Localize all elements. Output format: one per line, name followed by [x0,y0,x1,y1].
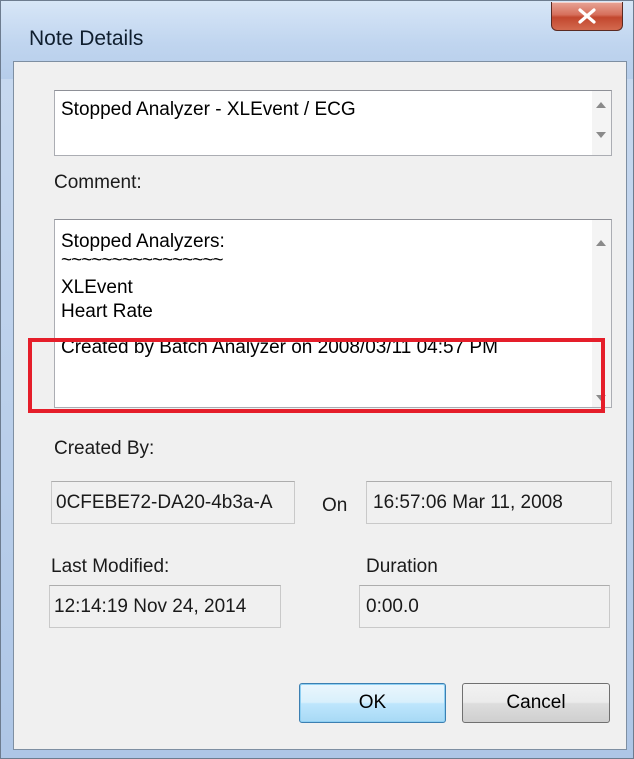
window-title: Note Details [29,27,144,50]
note-title-scrollbar[interactable] [592,91,611,155]
comment-label: Comment: [54,172,142,193]
created-on-value: 16:57:06 Mar 11, 2008 [373,492,563,513]
comment-line: Heart Rate [61,301,153,322]
highlight-annotation-box [28,338,605,413]
ok-button[interactable]: OK [299,683,446,723]
comment-line: ~~~~~~~~~~~~~~~~ [61,250,224,271]
created-on-label: On [322,495,348,516]
close-x-icon [578,8,596,24]
note-title-text: Stopped Analyzer - XLEvent / ECG [61,99,356,120]
comment-line: XLEvent [61,277,133,298]
scroll-up-arrow-icon[interactable] [596,240,606,246]
created-by-label: Created By: [54,438,155,459]
cancel-button[interactable]: Cancel [462,683,610,723]
note-title-field[interactable]: Stopped Analyzer - XLEvent / ECG [54,90,612,156]
duration-label: Duration [366,556,438,577]
duration-value: 0:00.0 [366,596,419,617]
last-modified-value: 12:14:19 Nov 24, 2014 [54,596,247,617]
close-button[interactable] [551,2,623,31]
created-on-field: 16:57:06 Mar 11, 2008 [366,481,612,524]
last-modified-field: 12:14:19 Nov 24, 2014 [49,585,281,628]
comment-blank-line [61,324,498,336]
created-by-field: 0CFEBE72-DA20-4b3a-A [51,481,295,524]
last-modified-label: Last Modified: [51,556,170,577]
scroll-down-arrow-icon[interactable] [596,132,606,138]
note-details-window: Note Details Stopped Analyzer - XLEvent … [0,0,634,759]
duration-field: 0:00.0 [359,585,610,628]
scroll-up-arrow-icon[interactable] [596,102,606,108]
created-by-value: 0CFEBE72-DA20-4b3a-A [56,492,273,513]
